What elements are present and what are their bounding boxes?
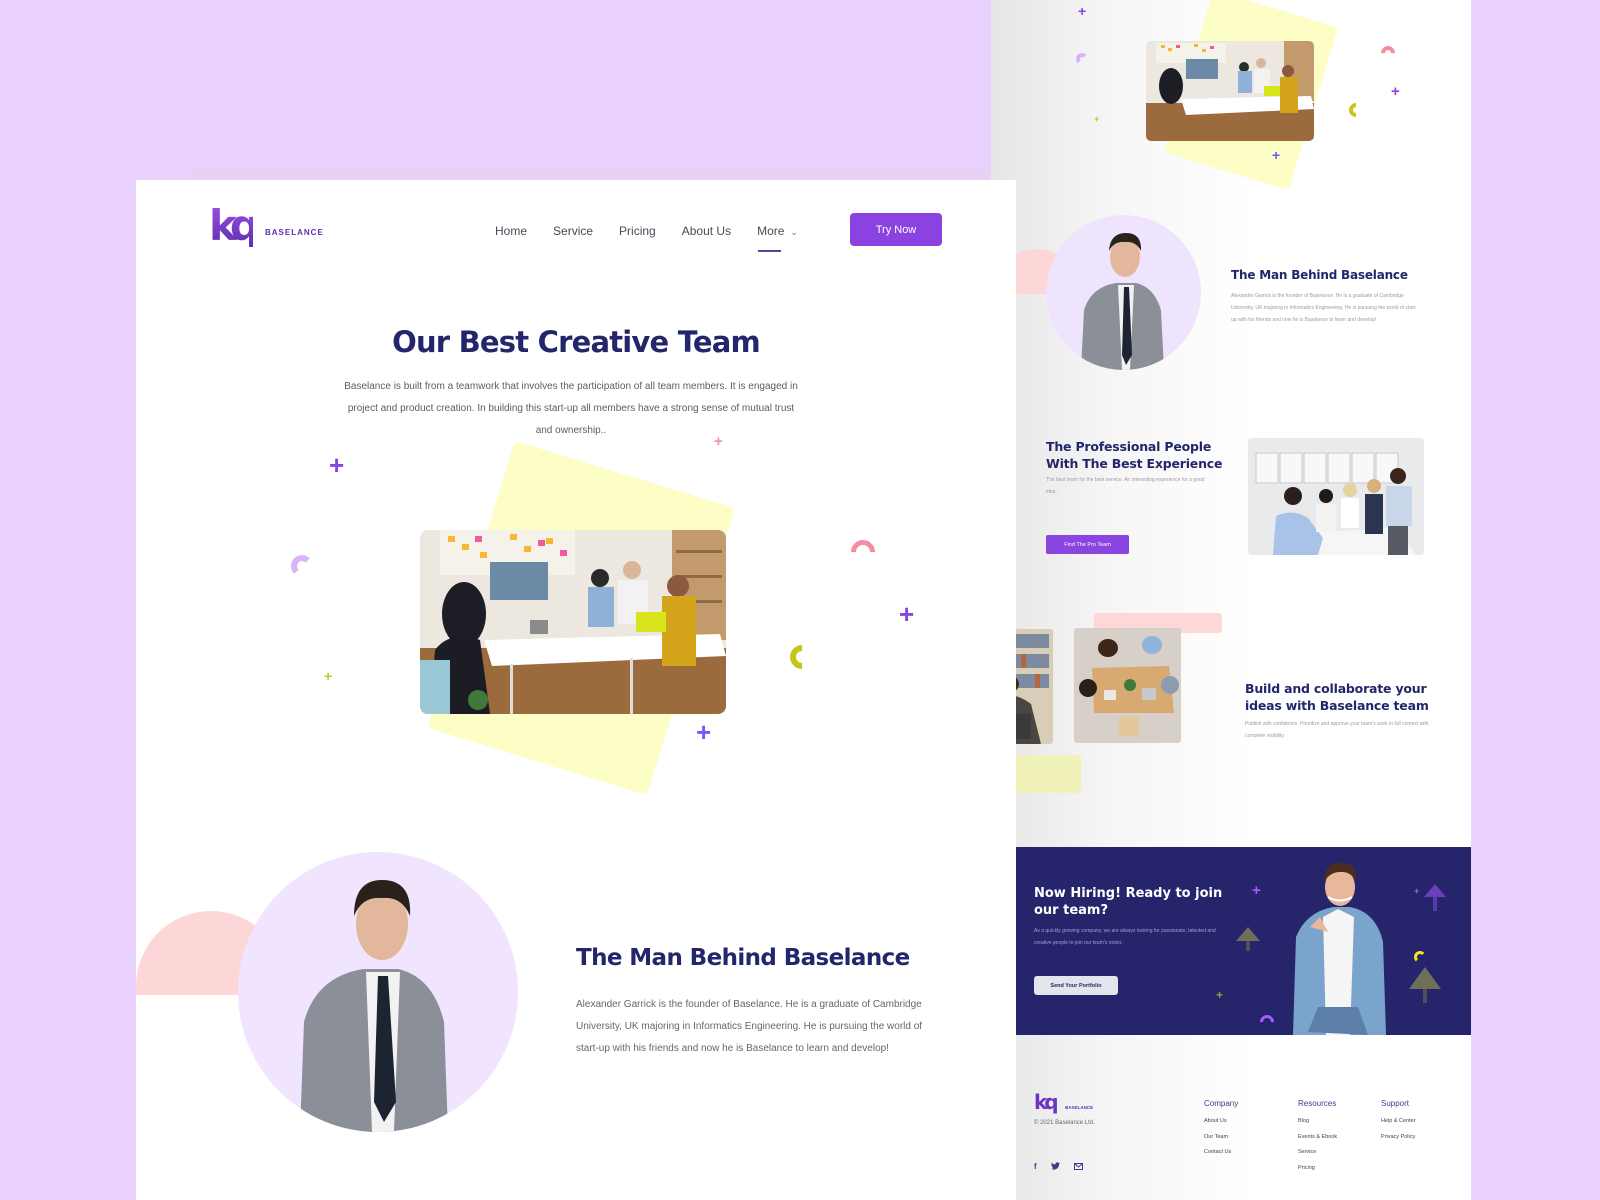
main-page-card: kq BASELANCE Home Service Pricing About … — [136, 180, 1016, 1200]
chevron-down-icon: ⌄ — [790, 227, 798, 237]
plus-decoration: + — [899, 599, 915, 629]
find-pro-team-button[interactable]: Find The Pro Team — [1046, 535, 1129, 554]
footer-column-support: Support Help & Center Privacy Policy — [1381, 1099, 1416, 1145]
logo-mark: kq — [209, 201, 260, 250]
footer-link[interactable]: About Us — [1204, 1114, 1238, 1130]
preview-collaborate-title: Build and collaborate your ideas with Ba… — [1245, 681, 1429, 713]
plus-decoration: + — [324, 668, 333, 684]
arc-decoration — [785, 640, 819, 674]
footer-link[interactable]: Blog — [1298, 1114, 1337, 1130]
plus-decoration: + — [1391, 83, 1400, 100]
nav-home[interactable]: Home — [495, 224, 527, 238]
page-title: Our Best Creative Team — [392, 325, 761, 359]
social-links: f — [1034, 1162, 1083, 1172]
plus-decoration: + — [1216, 988, 1224, 1002]
mail-icon[interactable] — [1073, 1162, 1083, 1172]
hiring-title: Now Hiring! Ready to join our team? — [1034, 886, 1223, 918]
plus-decoration: + — [1414, 886, 1420, 896]
hiring-text: As a quickly growing company, we are alw… — [1034, 928, 1216, 946]
logo-wordmark: BASELANCE — [265, 227, 324, 237]
arc-decoration — [846, 535, 880, 569]
preview-collaborate-text: Publish with confidence. Prioritize and … — [1245, 721, 1429, 739]
arrow-up-decoration — [1236, 927, 1260, 951]
arrow-up-decoration — [1424, 884, 1446, 911]
send-portfolio-button[interactable]: Send Your Portfolio — [1034, 976, 1118, 995]
arc-decoration — [1346, 100, 1366, 120]
preview-footer: kq BASELANCE © 2021 Baselance Ltd. Compa… — [1016, 1035, 1471, 1200]
nav-more[interactable]: More ⌄ — [757, 224, 798, 252]
footer-link[interactable]: Service — [1298, 1145, 1337, 1161]
hiring-banner: Now Hiring! Ready to join our team? As a… — [1016, 847, 1471, 1035]
footer-column-company: Company About Us Our Team Contact Us — [1204, 1099, 1238, 1161]
nav-service[interactable]: Service — [553, 224, 593, 238]
team-meeting-thumbnail — [1146, 41, 1314, 141]
nav-about-us[interactable]: About Us — [682, 224, 731, 238]
logo[interactable]: kq BASELANCE — [209, 205, 324, 247]
footer-link[interactable]: Contact Us — [1204, 1145, 1238, 1161]
plus-decoration: + — [1094, 114, 1100, 124]
plus-decoration: + — [1078, 3, 1087, 19]
facebook-icon[interactable]: f — [1034, 1162, 1037, 1172]
arc-decoration — [291, 555, 313, 577]
arc-decoration — [1378, 43, 1398, 63]
preview-professional-text: The best team for the best service. An i… — [1046, 477, 1205, 495]
professional-team-photo — [1248, 438, 1424, 555]
footer-link[interactable]: Pricing — [1298, 1161, 1337, 1177]
plus-decoration: + — [1252, 882, 1261, 899]
plus-decoration: + — [714, 433, 723, 450]
footer-logo: kq BASELANCE — [1034, 1090, 1094, 1114]
footer-link[interactable]: Our Team — [1204, 1130, 1238, 1146]
page-preview-panel: + + + + The Man Behind Baselance Alexand… — [991, 0, 1471, 1200]
twitter-icon[interactable] — [1050, 1162, 1060, 1172]
hiring-person-image — [1293, 862, 1386, 1035]
footer-link[interactable]: Privacy Policy — [1381, 1130, 1416, 1146]
founder-description: Alexander Garrick is the founder of Base… — [576, 999, 923, 1054]
footer-link[interactable]: Events & Ebook — [1298, 1130, 1337, 1146]
collaboration-photo — [1074, 628, 1181, 743]
plus-decoration: + — [1272, 147, 1281, 163]
hero-description: Baselance is built from a teamwork that … — [344, 381, 798, 436]
footer-column-resources: Resources Blog Events & Ebook Service Pr… — [1298, 1099, 1337, 1176]
team-meeting-photo — [420, 530, 726, 714]
plus-decoration: + — [329, 450, 345, 480]
plus-decoration: + — [696, 717, 712, 747]
nav-pricing[interactable]: Pricing — [619, 224, 656, 238]
arc-decoration — [1076, 53, 1088, 65]
arc-decoration — [1257, 1012, 1277, 1032]
preview-professional-title: The Professional People With The Best Ex… — [1046, 439, 1223, 471]
copyright: © 2021 Baselance Ltd. — [1034, 1120, 1095, 1126]
founder-thumbnail — [1046, 215, 1201, 370]
main-nav: Home Service Pricing About Us More ⌄ — [495, 224, 824, 252]
preview-founder-text: Alexander Garrick is the founder of Base… — [1231, 293, 1417, 323]
arc-decoration — [1414, 951, 1426, 963]
founder-title: The Man Behind Baselance — [576, 945, 910, 971]
footer-link[interactable]: Help & Center — [1381, 1114, 1416, 1130]
founder-portrait — [238, 852, 518, 1132]
preview-founder-title: The Man Behind Baselance — [1231, 268, 1408, 282]
try-now-button[interactable]: Try Now — [850, 213, 942, 246]
arrow-up-decoration — [1409, 967, 1441, 1003]
